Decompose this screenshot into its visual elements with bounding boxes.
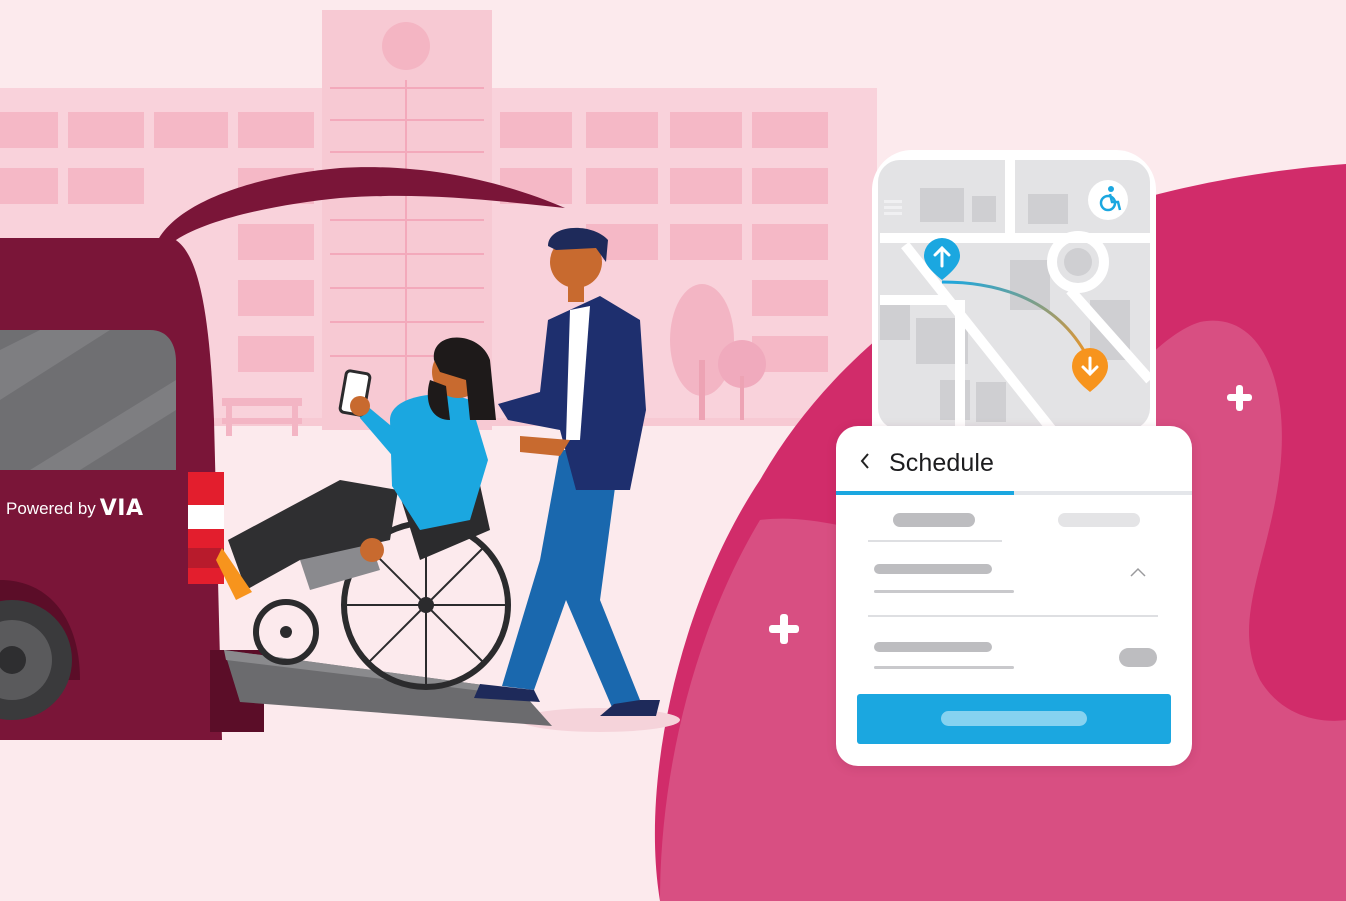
- schedule-title: Schedule: [889, 449, 995, 477]
- tab-bar: [836, 491, 1192, 495]
- via-brand-label: VIA: [99, 496, 144, 521]
- powered-by-via-logo: Powered by VIA: [6, 496, 144, 521]
- schedule-header: Schedule: [836, 426, 1192, 494]
- back-button[interactable]: [854, 448, 876, 474]
- button-label-placeholder: [941, 711, 1087, 726]
- wheelchair-icon[interactable]: [1088, 180, 1128, 220]
- tab-placeholder-right[interactable]: [1058, 513, 1140, 527]
- list-item-subtitle-placeholder: [874, 590, 1014, 593]
- tab-active-indicator[interactable]: [836, 491, 1014, 495]
- list-item[interactable]: [856, 554, 1172, 604]
- list-item-subtitle-placeholder: [874, 666, 1014, 669]
- tab-placeholder-left[interactable]: [893, 513, 975, 527]
- menu-icon[interactable]: [884, 200, 902, 215]
- toggle-switch[interactable]: [1119, 648, 1157, 667]
- list-item-title-placeholder: [874, 642, 992, 652]
- list-item-title-placeholder: [874, 564, 992, 574]
- schedule-confirm-button[interactable]: [857, 694, 1171, 744]
- chevron-up-icon[interactable]: [1128, 566, 1148, 578]
- powered-by-label: Powered by: [6, 498, 96, 518]
- chevron-left-icon: [860, 453, 869, 469]
- map-card: [872, 150, 1156, 434]
- divider: [868, 540, 1002, 542]
- schedule-card: Schedule: [836, 426, 1192, 766]
- divider: [868, 615, 1158, 617]
